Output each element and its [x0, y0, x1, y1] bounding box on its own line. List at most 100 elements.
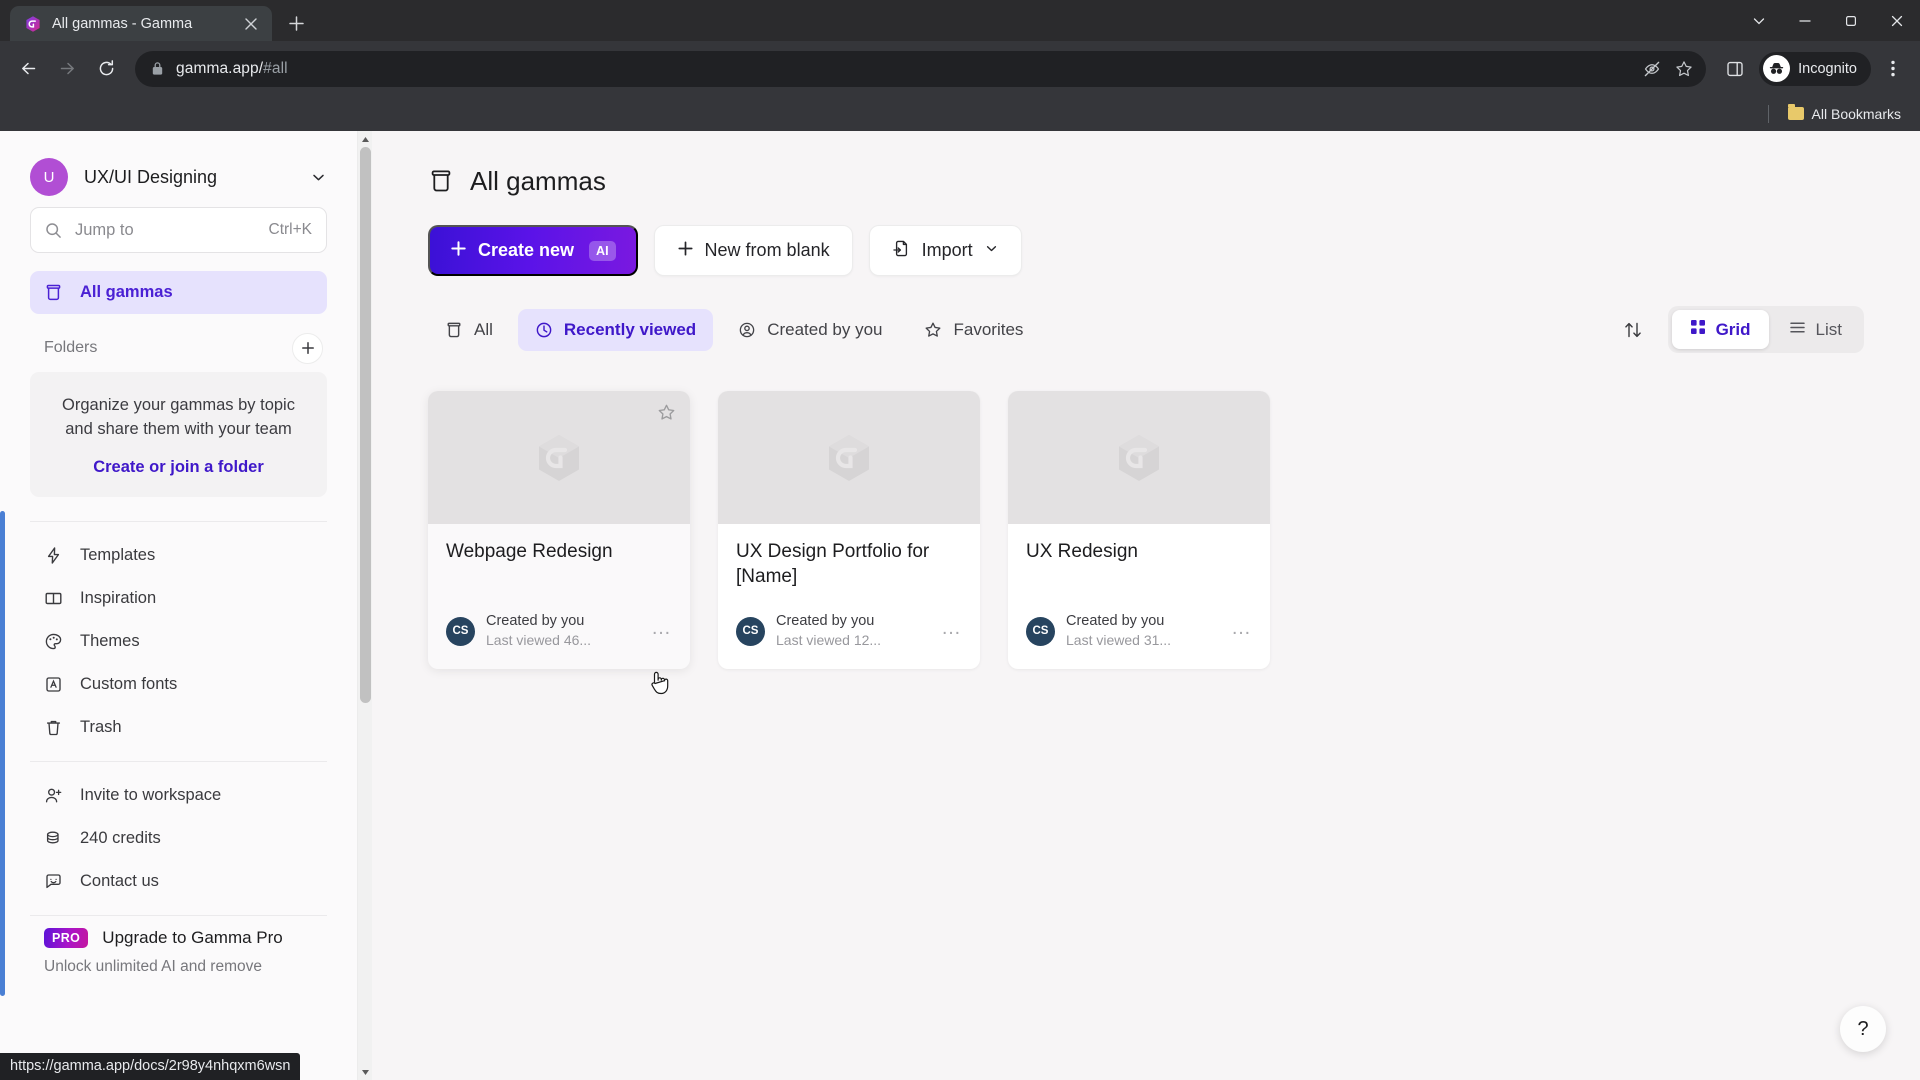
import-button[interactable]: Import — [868, 225, 1022, 276]
card-title: Webpage Redesign — [446, 541, 613, 562]
chat-smile-icon — [44, 872, 64, 891]
three-dots-menu-icon[interactable] — [1876, 51, 1910, 87]
create-new-button[interactable]: Create new AI — [428, 225, 638, 276]
divider — [30, 520, 327, 522]
divider — [1767, 104, 1769, 123]
restore-icon[interactable] — [1828, 0, 1874, 41]
workspace-name: UX/UI Designing — [84, 166, 218, 187]
card-more-options-button[interactable]: … — [1231, 618, 1252, 640]
card-last-viewed: Last viewed 46... — [486, 632, 592, 649]
scrollbar-track[interactable] — [358, 147, 372, 1064]
card-last-viewed: Last viewed 31... — [1066, 632, 1172, 649]
eye-off-icon[interactable] — [1636, 53, 1668, 85]
minimize-icon[interactable] — [1782, 0, 1828, 41]
tab-all[interactable]: All — [428, 309, 510, 351]
browser-tab[interactable]: All gammas - Gamma — [10, 6, 272, 41]
card-title: UX Design Portfolio for [Name] — [736, 541, 930, 587]
sidebar-item-credits[interactable]: 240 credits — [30, 817, 327, 860]
folder-icon — [1787, 104, 1804, 120]
help-button[interactable]: ? — [1840, 1006, 1886, 1052]
sidebar-item-inspiration[interactable]: Inspiration — [30, 577, 327, 620]
sidebar-item-custom-fonts[interactable]: Custom fonts — [30, 663, 327, 706]
sort-arrows-icon[interactable] — [1616, 313, 1650, 347]
sidebar-item-invite-to-workspace[interactable]: Invite to workspace — [30, 774, 327, 817]
sidebar-item-contact-us[interactable]: Contact us — [30, 860, 327, 903]
add-folder-button[interactable] — [292, 332, 323, 364]
grid-icon — [1690, 319, 1706, 340]
view-mode-list[interactable]: List — [1771, 310, 1860, 349]
close-icon[interactable] — [240, 13, 262, 35]
divider — [30, 914, 327, 916]
gamma-card[interactable]: UX Design Portfolio for [Name] CS Create… — [718, 391, 980, 670]
sidebar-item-trash[interactable]: Trash — [30, 706, 327, 749]
create-new-label: Create new — [478, 240, 575, 260]
all-bookmarks-button[interactable]: All Bookmarks — [1781, 102, 1908, 126]
sidebar-item-label: 240 credits — [80, 828, 161, 847]
page-scrollbar[interactable] — [358, 131, 372, 1080]
bookmark-star-icon[interactable] — [1668, 53, 1700, 85]
filter-tabs: All Recently viewed Created by you Favor… — [428, 308, 1040, 351]
view-mode-label: List — [1815, 319, 1842, 339]
card-more-options-button[interactable]: … — [651, 618, 672, 640]
forward-arrow-icon[interactable] — [49, 51, 85, 87]
scrollbar-thumb[interactable] — [360, 147, 371, 703]
new-tab-button[interactable] — [281, 8, 311, 38]
incognito-profile-button[interactable]: Incognito — [1759, 51, 1871, 86]
open-book-icon — [44, 589, 64, 608]
workspace-switcher[interactable]: U UX/UI Designing — [30, 131, 327, 207]
chevron-down-icon[interactable] — [310, 169, 327, 186]
star-icon — [924, 321, 942, 339]
reload-icon[interactable] — [88, 51, 124, 87]
clock-icon — [535, 321, 553, 339]
avatar: CS — [446, 616, 475, 646]
coins-icon — [44, 829, 64, 848]
view-mode-grid[interactable]: Grid — [1671, 310, 1769, 349]
toolbar-right-group: Incognito — [1717, 51, 1910, 87]
archive-box-icon — [428, 168, 454, 194]
new-from-blank-button[interactable]: New from blank — [653, 225, 853, 276]
bookmarks-bar: All Bookmarks — [0, 96, 1920, 131]
card-footer: CS Created by you Last viewed 12... … — [718, 611, 980, 669]
view-mode-toggle: Grid List — [1667, 306, 1864, 353]
sidebar-item-themes[interactable]: Themes — [30, 620, 327, 663]
create-or-join-folder-link[interactable]: Create or join a folder — [48, 458, 309, 477]
sidebar-item-templates[interactable]: Templates — [30, 534, 327, 577]
sidebar-item-all-gammas[interactable]: All gammas — [30, 271, 327, 314]
main-content: All gammas Create new AI New from blank — [372, 131, 1920, 1080]
side-panel-icon[interactable] — [1717, 51, 1753, 87]
search-input[interactable]: Jump to Ctrl+K — [30, 207, 327, 253]
back-arrow-icon[interactable] — [10, 51, 46, 87]
sidebar-scrollbar[interactable] — [0, 131, 5, 1080]
chevron-down-icon[interactable] — [1736, 0, 1782, 41]
list-icon — [1789, 319, 1806, 341]
scroll-down-arrow-icon[interactable] — [358, 1064, 372, 1080]
sidebar-item-label: Inspiration — [80, 588, 157, 607]
sidebar-item-label: Invite to workspace — [80, 785, 222, 804]
address-bar[interactable]: gamma.app/#all — [135, 50, 1707, 87]
gamma-logo-icon — [829, 434, 869, 481]
tab-created-by-you[interactable]: Created by you — [721, 309, 899, 351]
gamma-card[interactable]: Webpage Redesign CS Created by you Last … — [428, 391, 690, 670]
user-circle-icon — [738, 321, 756, 339]
page-title: All gammas — [470, 165, 606, 196]
card-more-options-button[interactable]: … — [941, 618, 962, 640]
sidebar: U UX/UI Designing Jump to Ctrl+K All gam… — [0, 131, 358, 1080]
tab-recently-viewed[interactable]: Recently viewed — [517, 308, 714, 351]
all-bookmarks-label: All Bookmarks — [1811, 105, 1901, 122]
palette-icon — [44, 632, 64, 651]
scroll-up-arrow-icon[interactable] — [358, 131, 372, 147]
gamma-logo-icon — [539, 434, 579, 481]
favorite-star-icon[interactable] — [657, 403, 676, 427]
tab-favorites[interactable]: Favorites — [907, 309, 1040, 351]
pro-subtitle: Unlock unlimited AI and remove — [44, 957, 262, 975]
gamma-card[interactable]: UX Redesign CS Created by you Last viewe… — [1008, 391, 1270, 670]
gamma-card-grid: Webpage Redesign CS Created by you Last … — [428, 391, 1864, 670]
sidebar-scrollbar-thumb[interactable] — [0, 511, 5, 996]
view-mode-label: Grid — [1715, 319, 1751, 339]
user-plus-icon — [44, 786, 64, 805]
folders-empty-state: Organize your gammas by topic and share … — [30, 372, 327, 497]
sidebar-item-label: Trash — [80, 717, 122, 736]
upgrade-to-pro-section[interactable]: PRO Upgrade to Gamma Pro Unlock unlimite… — [30, 927, 327, 978]
tab-label: Favorites — [953, 319, 1024, 339]
close-icon[interactable] — [1874, 0, 1920, 41]
